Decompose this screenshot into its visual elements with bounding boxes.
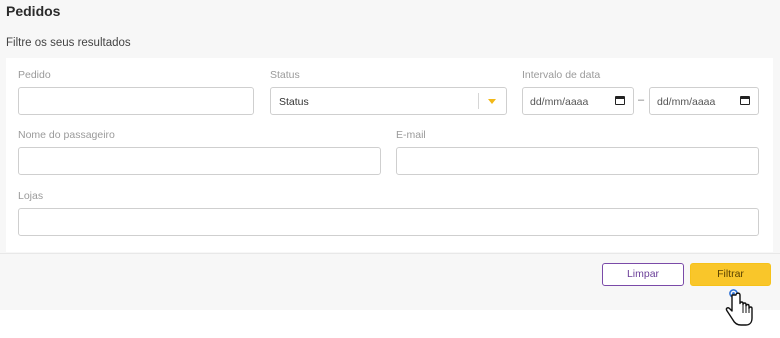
- stores-input[interactable]: [19, 209, 758, 235]
- date-from-placeholder: dd/mm/aaaa: [530, 96, 589, 108]
- date-to-field[interactable]: dd/mm/aaaa: [649, 87, 759, 115]
- passenger-input[interactable]: [19, 148, 380, 174]
- pedido-field[interactable]: [18, 87, 254, 115]
- date-from-field[interactable]: dd/mm/aaaa: [522, 87, 634, 115]
- filter-button[interactable]: Filtrar: [690, 263, 771, 286]
- passenger-label: Nome do passageiro: [18, 129, 115, 141]
- email-field[interactable]: [396, 147, 759, 175]
- calendar-icon[interactable]: [740, 96, 750, 105]
- date-to-placeholder: dd/mm/aaaa: [657, 96, 716, 108]
- divider: [0, 253, 780, 254]
- status-label: Status: [270, 69, 300, 81]
- stores-field[interactable]: [18, 208, 759, 236]
- hand-pointer-cursor-icon: [725, 289, 753, 326]
- date-range-separator: –: [638, 94, 645, 106]
- filter-subtitle: Filtre os seus resultados: [6, 37, 131, 49]
- email-input[interactable]: [397, 148, 758, 174]
- pedido-label: Pedido: [18, 69, 51, 81]
- stores-label: Lojas: [18, 190, 44, 202]
- chevron-down-icon[interactable]: [488, 99, 496, 104]
- date-range-label: Intervalo de data: [522, 69, 601, 81]
- page-title: Pedidos: [6, 3, 61, 19]
- select-divider: [478, 93, 479, 109]
- email-label: E-mail: [396, 129, 426, 141]
- status-select[interactable]: Status: [270, 87, 507, 115]
- passenger-field[interactable]: [18, 147, 381, 175]
- calendar-icon[interactable]: [615, 96, 625, 105]
- clear-button[interactable]: Limpar: [602, 263, 684, 286]
- status-selected-value: Status: [279, 96, 309, 108]
- pedido-input[interactable]: [19, 88, 253, 114]
- footer-area: [0, 310, 780, 338]
